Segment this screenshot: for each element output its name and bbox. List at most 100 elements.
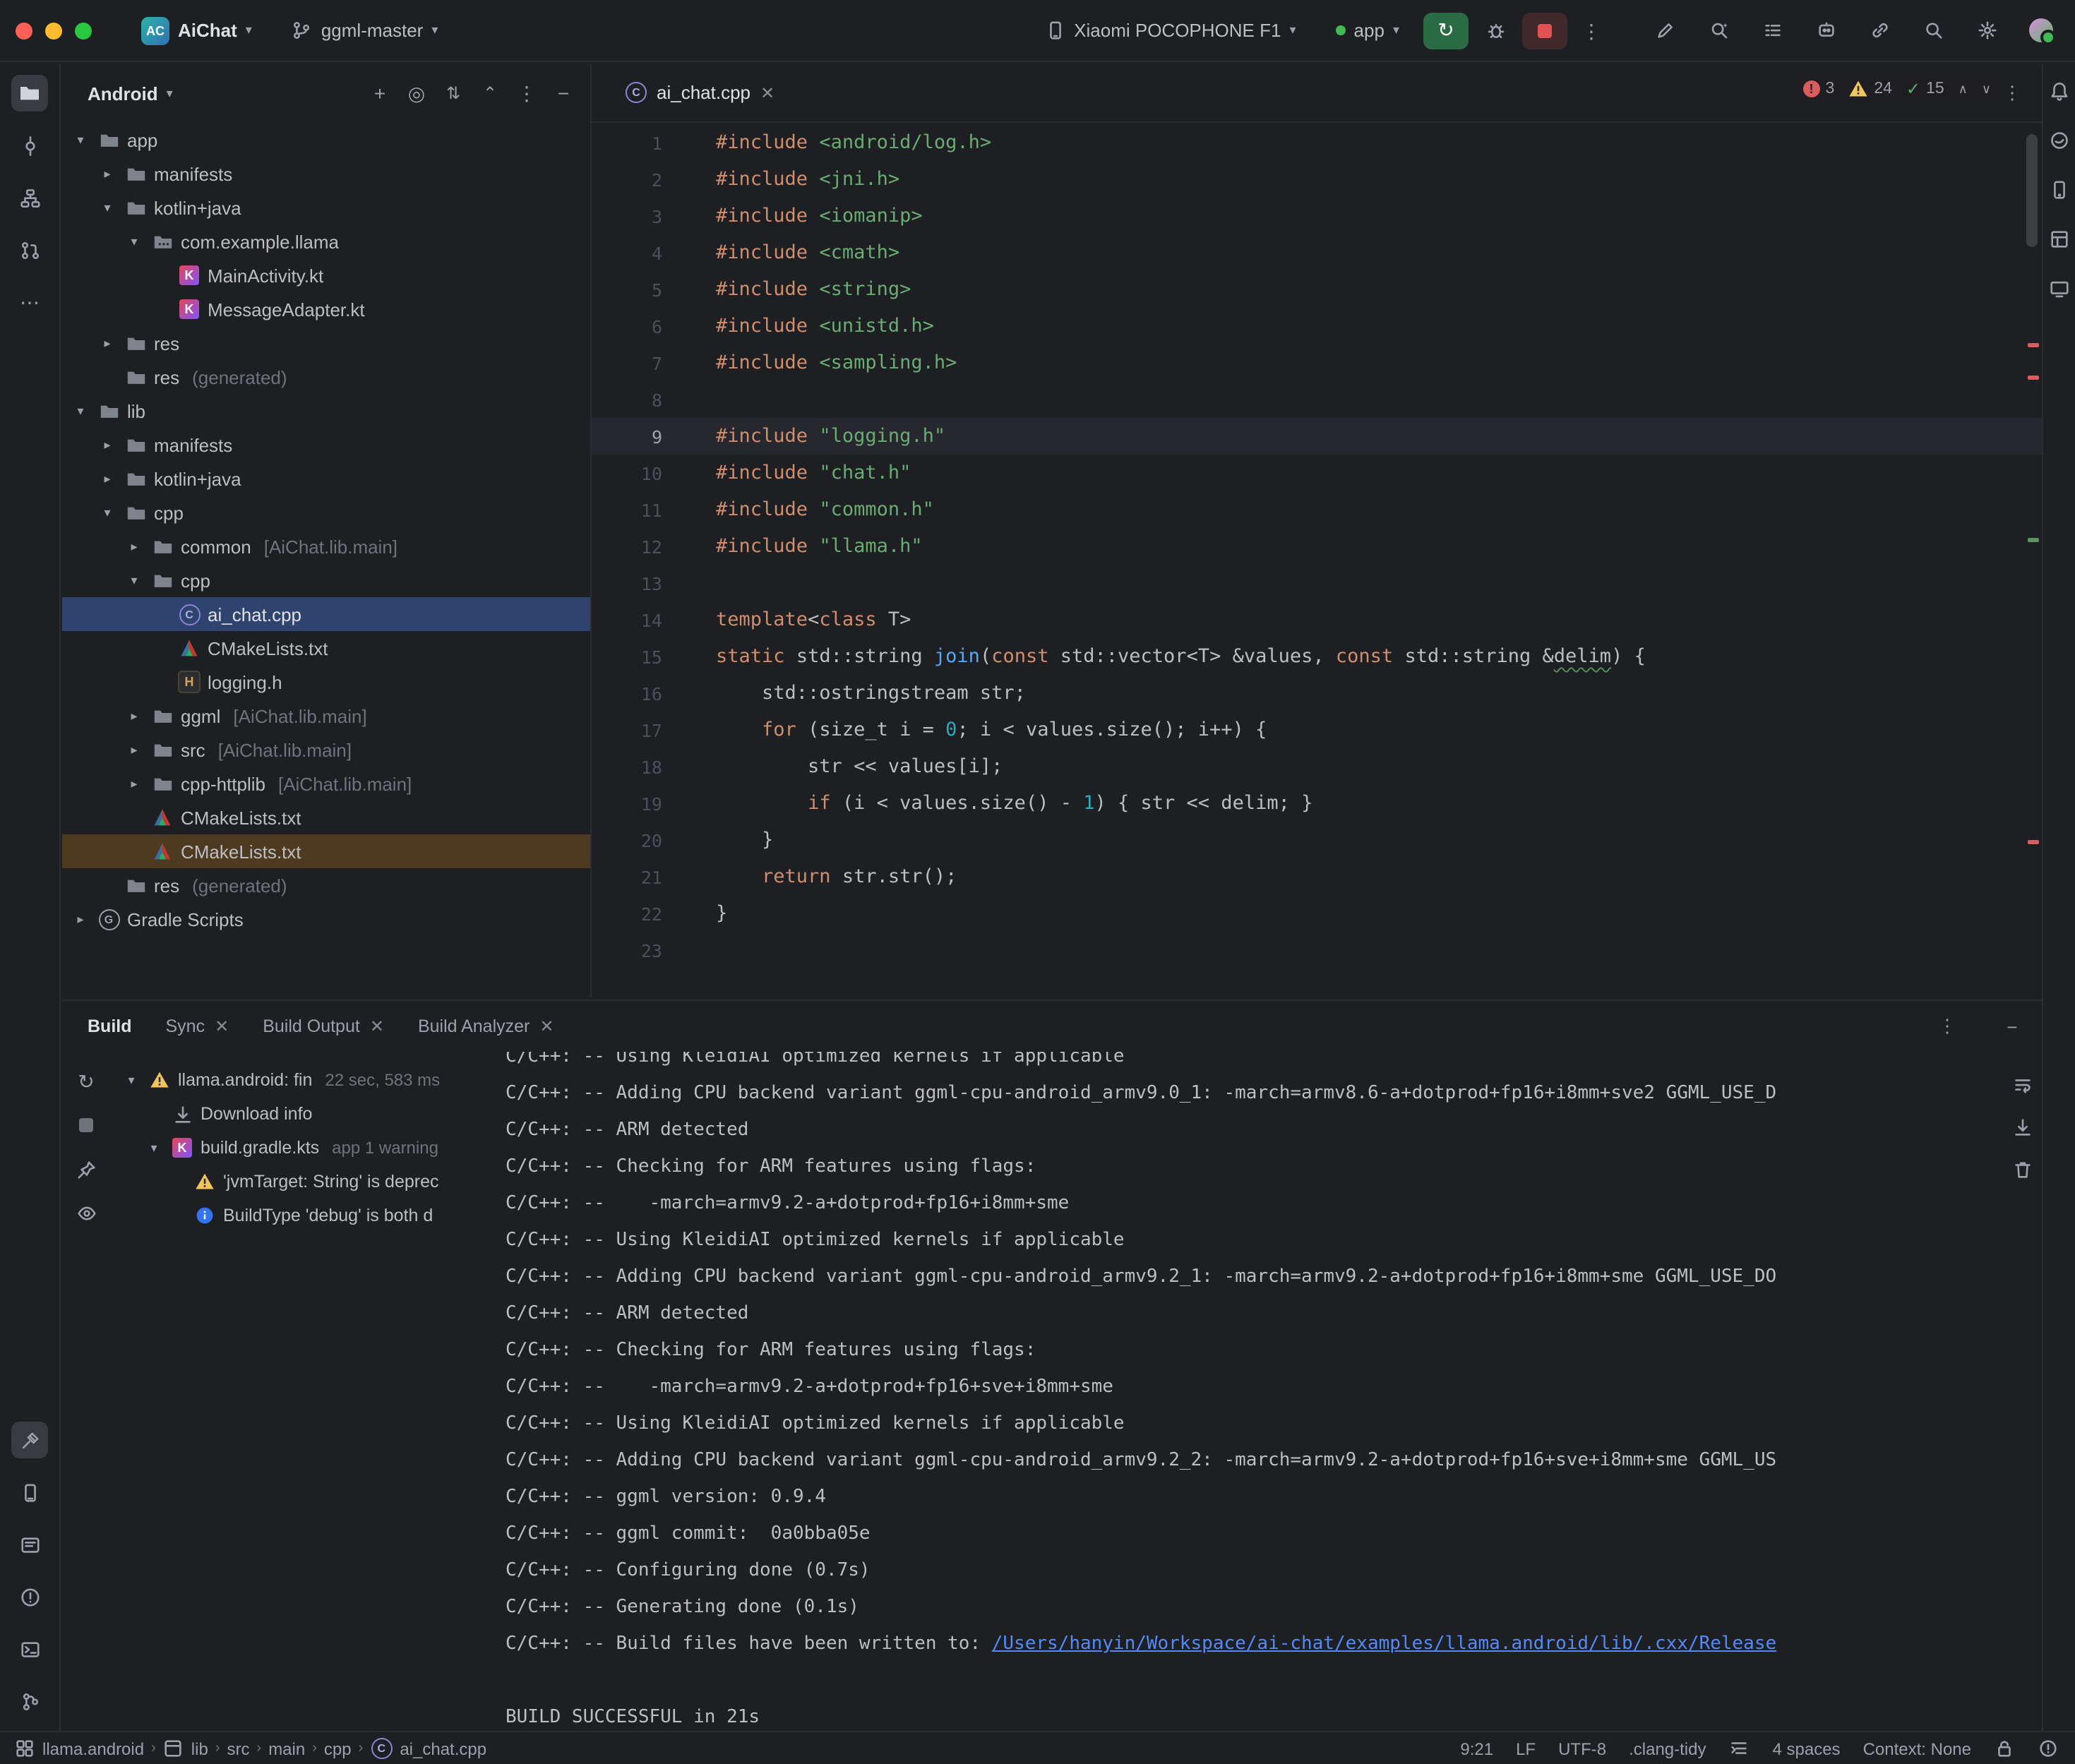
project-tree-item[interactable]: KMessageAdapter.kt [62, 292, 590, 326]
search-everywhere-ai-button[interactable] [1700, 12, 1737, 49]
breadcrumb-item[interactable]: llama.android [42, 1739, 144, 1758]
line-separator-widget[interactable]: LF [1516, 1739, 1536, 1758]
code-line[interactable]: 22} [592, 895, 2042, 932]
chevron-right-icon[interactable]: ▸ [97, 166, 117, 181]
breadcrumb-item[interactable]: main [268, 1739, 305, 1758]
chevron-right-icon[interactable]: ▸ [124, 539, 144, 554]
build-tab-build-analyzer[interactable]: Build Analyzer✕ [418, 1016, 554, 1036]
settings-button[interactable] [1968, 12, 2005, 49]
project-tree-item[interactable]: res(generated) [62, 868, 590, 902]
project-tree-item[interactable]: ▸ggml[AiChat.lib.main] [62, 699, 590, 733]
project-tree-item[interactable]: CMakeLists.txt [62, 800, 590, 834]
version-control-tool-button[interactable] [11, 1683, 48, 1720]
indent-config-widget[interactable]: 4 spaces [1773, 1739, 1841, 1758]
chevron-right-icon[interactable]: ▸ [97, 335, 117, 351]
code-line[interactable]: 7#include <sampling.h> [592, 344, 2042, 381]
project-tree-item[interactable]: res(generated) [62, 360, 590, 394]
code-line[interactable]: 21 return str.str(); [592, 858, 2042, 895]
build-tab-build-output[interactable]: Build Output✕ [263, 1016, 384, 1036]
error-stripe-mark[interactable] [2028, 343, 2039, 347]
code-line[interactable]: 1#include <android/log.h> [592, 124, 2042, 161]
code-line[interactable]: 19 if (i < values.size() - 1) { str << d… [592, 785, 2042, 822]
project-tree-item[interactable]: ▾kotlin+java [62, 191, 590, 224]
rerun-button[interactable]: ↻ [1423, 12, 1469, 49]
zoom-button[interactable] [75, 22, 92, 39]
build-tree-item[interactable]: Download info [119, 1097, 521, 1131]
code-line[interactable]: 2#include <jni.h> [592, 161, 2042, 198]
gradle-tool-button[interactable] [2044, 124, 2075, 155]
code-line[interactable]: 17 for (size_t i = 0; i < values.size();… [592, 712, 2042, 748]
more-button[interactable]: ⋮ [511, 78, 542, 109]
project-tree-item[interactable]: CMakeLists.txt [62, 631, 590, 665]
project-tree-item[interactable]: ▸src[AiChat.lib.main] [62, 733, 590, 767]
project-view-selector[interactable]: Android [88, 83, 158, 104]
close-tab-icon[interactable]: ✕ [539, 1016, 554, 1036]
logcat-tool-button[interactable] [11, 1526, 48, 1563]
ai-writing-button[interactable] [1646, 12, 1683, 49]
project-tree-item[interactable]: ▾cpp [62, 496, 590, 529]
device-manager-tool-button[interactable] [2044, 174, 2075, 205]
chevron-down-icon[interactable]: ▾ [97, 200, 117, 215]
breadcrumb-item[interactable]: ai_chat.cpp [400, 1739, 486, 1758]
stop-button[interactable] [71, 1110, 102, 1141]
build-tree-item[interactable]: 'jvmTarget: String' is deprec [119, 1165, 521, 1199]
breadcrumb-item[interactable]: lib [191, 1739, 208, 1758]
build-tool-button[interactable] [11, 1422, 48, 1458]
code-line[interactable]: 4#include <cmath> [592, 234, 2042, 271]
add-button[interactable]: + [364, 78, 395, 109]
running-devices-tool-button[interactable] [2044, 272, 2075, 304]
project-tree-item[interactable]: ▸manifests [62, 157, 590, 191]
ai-assistant-button[interactable] [1807, 12, 1844, 49]
project-tree-item[interactable]: Hlogging.h [62, 665, 590, 699]
build-output-link[interactable]: /Users/hanyin/Workspace/ai-chat/examples… [992, 1633, 1776, 1655]
code-line[interactable]: 12#include "llama.h" [592, 528, 2042, 565]
code-line[interactable]: 13 [592, 565, 2042, 601]
project-tree-item[interactable]: ▸GGradle Scripts [62, 902, 590, 936]
build-tree-item[interactable]: ▾Kbuild.gradle.ktsapp 1 warning [119, 1131, 521, 1165]
chevron-right-icon[interactable]: ▸ [97, 437, 117, 452]
project-tree-item[interactable]: Cai_chat.cpp [62, 597, 590, 631]
project-tree-item[interactable]: ▸manifests [62, 428, 590, 462]
pull-requests-tool-button[interactable] [11, 232, 48, 268]
readonly-toggle-icon[interactable] [1994, 1738, 2015, 1759]
device-explorer-tool-button[interactable] [11, 1474, 48, 1511]
clear-button[interactable] [2007, 1153, 2038, 1184]
build-tree-item[interactable]: BuildType 'debug' is both d [119, 1199, 521, 1232]
task-list-button[interactable] [1754, 12, 1790, 49]
chevron-down-icon[interactable]: ▾ [71, 132, 90, 148]
terminal-tool-button[interactable] [11, 1631, 48, 1667]
editor-tab[interactable]: C ai_chat.cpp ✕ [611, 64, 789, 121]
profile-button[interactable] [2022, 12, 2059, 49]
rerun-button[interactable]: ↻ [71, 1066, 102, 1097]
code-line[interactable]: 14template<class T> [592, 601, 2042, 638]
more-tool-button[interactable]: ⋯ [11, 284, 48, 320]
project-tree-item[interactable]: ▸cpp-httplib[AiChat.lib.main] [62, 767, 590, 800]
project-tree-item[interactable]: CMakeLists.txt [62, 834, 590, 868]
run-config-selector[interactable]: app ▾ [1326, 14, 1409, 47]
build-tab-sync[interactable]: Sync✕ [166, 1016, 229, 1036]
project-tree-item[interactable]: ▾cpp [62, 563, 590, 597]
file-encoding-widget[interactable]: UTF-8 [1558, 1739, 1606, 1758]
chevron-down-icon[interactable]: ▾ [124, 234, 144, 249]
chevron-right-icon[interactable]: ▸ [97, 471, 117, 486]
chevron-right-icon[interactable]: ▸ [124, 708, 144, 724]
error-stripe-mark[interactable] [2028, 840, 2039, 844]
code-line[interactable]: 16 std::ostringstream str; [592, 675, 2042, 712]
layout-inspector-tool-button[interactable] [2044, 223, 2075, 254]
structure-tool-button[interactable] [11, 179, 48, 216]
build-options-button[interactable]: ⋮ [1932, 1011, 1963, 1042]
chevron-down-icon[interactable]: ▾ [71, 403, 90, 419]
change-stripe-mark[interactable] [2028, 538, 2039, 542]
chevron-right-icon[interactable]: ▸ [124, 776, 144, 791]
chevron-down-icon[interactable]: ▾ [97, 505, 117, 520]
context-widget[interactable]: Context: None [1863, 1739, 1971, 1758]
error-stripe-mark[interactable] [2028, 376, 2039, 380]
search-button[interactable] [1915, 12, 1951, 49]
filter-button[interactable] [71, 1197, 102, 1228]
close-button[interactable] [16, 22, 32, 39]
expand-all-button[interactable]: ⇅ [438, 78, 469, 109]
chevron-right-icon[interactable]: ▸ [124, 742, 144, 757]
minimize-button[interactable] [45, 22, 62, 39]
locate-button[interactable]: ◎ [401, 78, 432, 109]
scroll-to-end-button[interactable] [2007, 1111, 2038, 1142]
